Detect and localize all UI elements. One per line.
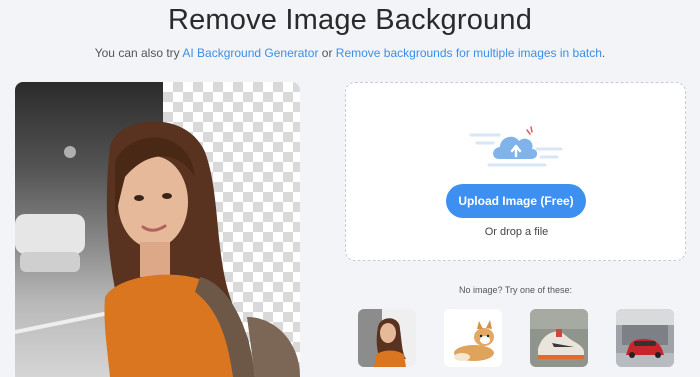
subtitle-prefix: You can also try [94,46,183,60]
woman-photo-icon [358,309,416,367]
subtitle-suffix: . [601,46,606,60]
sample-thumb-woman[interactable] [358,309,416,367]
sample-thumb-car[interactable] [616,309,674,367]
upload-image-button[interactable]: Upload Image (Free) [446,184,586,218]
cloud-upload-icon [469,121,563,171]
batch-remove-link[interactable]: Remove backgrounds for multiple images i… [336,46,602,60]
drop-file-text: Or drop a file [484,226,549,238]
car-photo-icon [616,309,674,367]
hero-demo-image [15,82,300,377]
sneaker-photo-icon [530,309,588,367]
sample-thumb-sneaker[interactable] [530,309,588,367]
sample-thumb-dog[interactable] [444,309,502,367]
sample-images-label: No image? Try one of these: [458,285,573,295]
upload-dropzone[interactable]: Upload Image (Free) Or drop a file [345,82,686,261]
page-subtitle: You can also try AI Background Generator… [0,46,700,60]
ai-background-generator-link[interactable]: AI Background Generator [182,46,318,60]
page-title: Remove Image Background [167,4,533,36]
woman-portrait-icon [15,121,300,377]
subtitle-mid: or [318,46,336,60]
dog-photo-icon [444,309,502,367]
